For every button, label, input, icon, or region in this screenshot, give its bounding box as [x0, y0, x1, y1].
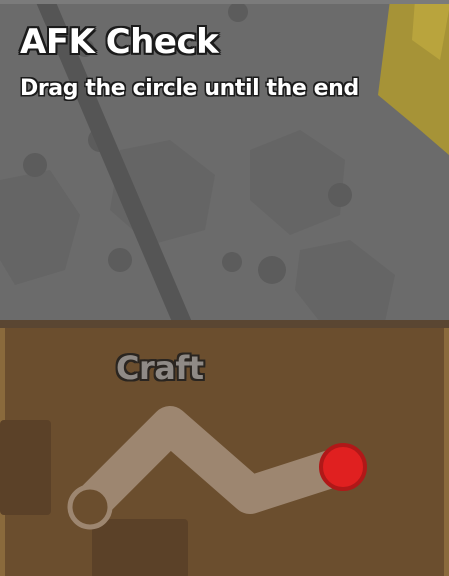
drag-handle-circle[interactable]	[319, 443, 367, 491]
drag-path-area	[67, 406, 367, 530]
game-viewport: AFK Check Drag the circle until the end …	[0, 0, 449, 576]
drag-track	[71, 406, 359, 524]
